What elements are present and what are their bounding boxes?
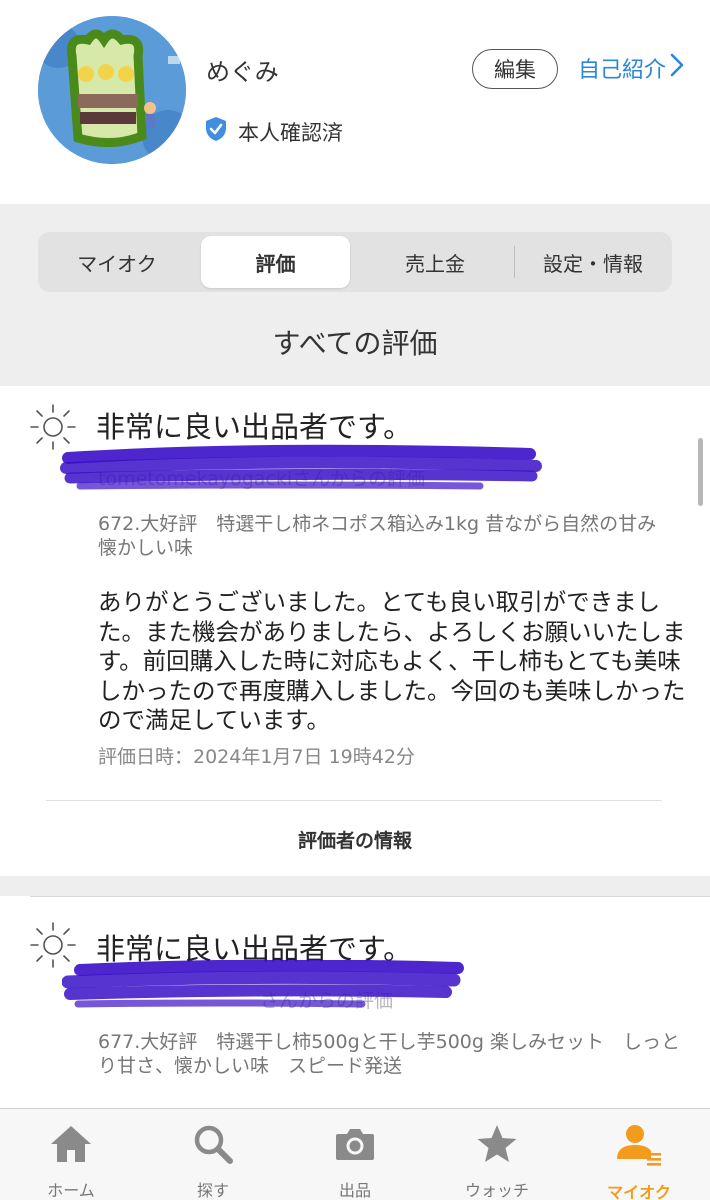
- self-introduction-link[interactable]: 自己紹介: [578, 52, 684, 84]
- star-icon: [475, 1123, 519, 1165]
- bottom-nav: ホーム 探す 出品 ウォッチ マイオク: [0, 1108, 710, 1200]
- card-gap: [0, 876, 710, 896]
- verified-label: 本人確認済: [238, 120, 343, 145]
- reviewer-info-button[interactable]: 評価者の情報: [0, 826, 710, 853]
- edit-profile-button[interactable]: 編集: [472, 49, 558, 89]
- shield-check-icon: [204, 116, 228, 147]
- avatar[interactable]: [38, 16, 186, 164]
- review-card: 非常に良い出品者です。 さんからの評価 677.大好評 特選干し柿500gと干し…: [0, 896, 710, 1108]
- nav-home-label: ホーム: [47, 1181, 95, 1200]
- rating-title: 非常に良い出品者です。: [96, 410, 413, 444]
- tab-settings[interactable]: 設定・情報: [518, 236, 668, 288]
- redaction-scribble: [62, 960, 464, 1008]
- nav-myauc[interactable]: マイオク: [568, 1109, 710, 1200]
- redaction-scribble: [60, 444, 542, 490]
- nav-sell[interactable]: 出品: [284, 1109, 426, 1200]
- nav-myauc-label: マイオク: [607, 1183, 671, 1200]
- search-icon: [192, 1123, 234, 1165]
- review-comment: ありがとうございました。とても良い取引ができました。また機会がありましたら、よろ…: [98, 588, 686, 734]
- tab-separator: [514, 246, 515, 278]
- divider: [46, 800, 662, 801]
- home-icon: [49, 1123, 93, 1165]
- user-name: めぐみ: [206, 58, 279, 86]
- divider: [30, 896, 710, 897]
- person-list-icon: [615, 1123, 663, 1167]
- tab-sales[interactable]: 売上金: [360, 236, 510, 288]
- scrollbar[interactable]: [698, 438, 703, 506]
- self-introduction-label: 自己紹介: [578, 58, 667, 83]
- review-date: 評価日時：2024年1月7日 19時42分: [98, 746, 415, 768]
- profile-header: めぐみ 本人確認済 編集 自己紹介: [0, 0, 710, 204]
- nav-watch-label: ウォッチ: [464, 1181, 529, 1200]
- camera-icon: [334, 1123, 376, 1165]
- tabs-band: マイオク 評価 売上金 設定・情報 すべての評価: [0, 204, 710, 386]
- nav-search[interactable]: 探す: [142, 1109, 284, 1200]
- nav-home[interactable]: ホーム: [0, 1109, 142, 1200]
- tab-myauc[interactable]: マイオク: [42, 236, 192, 288]
- item-title[interactable]: 672.大好評 特選干し柿ネコポス箱込み1kg 昔ながら自然の甘み 懐かしい味: [98, 512, 688, 560]
- segmented-tabs: マイオク 評価 売上金 設定・情報: [38, 232, 672, 292]
- review-card: 非常に良い出品者です。 tometomekayogackiさんからの評価 672…: [0, 386, 710, 876]
- nav-sell-label: 出品: [338, 1181, 371, 1200]
- chevron-right-icon: [670, 53, 684, 83]
- item-title[interactable]: 677.大好評 特選干し柿500gと干し芋500g 楽しみセット しっとり甘さ、…: [98, 1030, 688, 1078]
- nav-watch[interactable]: ウォッチ: [426, 1109, 568, 1200]
- tab-ratings[interactable]: 評価: [201, 236, 350, 288]
- nav-search-label: 探す: [196, 1181, 229, 1200]
- section-title: すべての評価: [272, 327, 438, 360]
- verified-badge: 本人確認済: [204, 116, 343, 147]
